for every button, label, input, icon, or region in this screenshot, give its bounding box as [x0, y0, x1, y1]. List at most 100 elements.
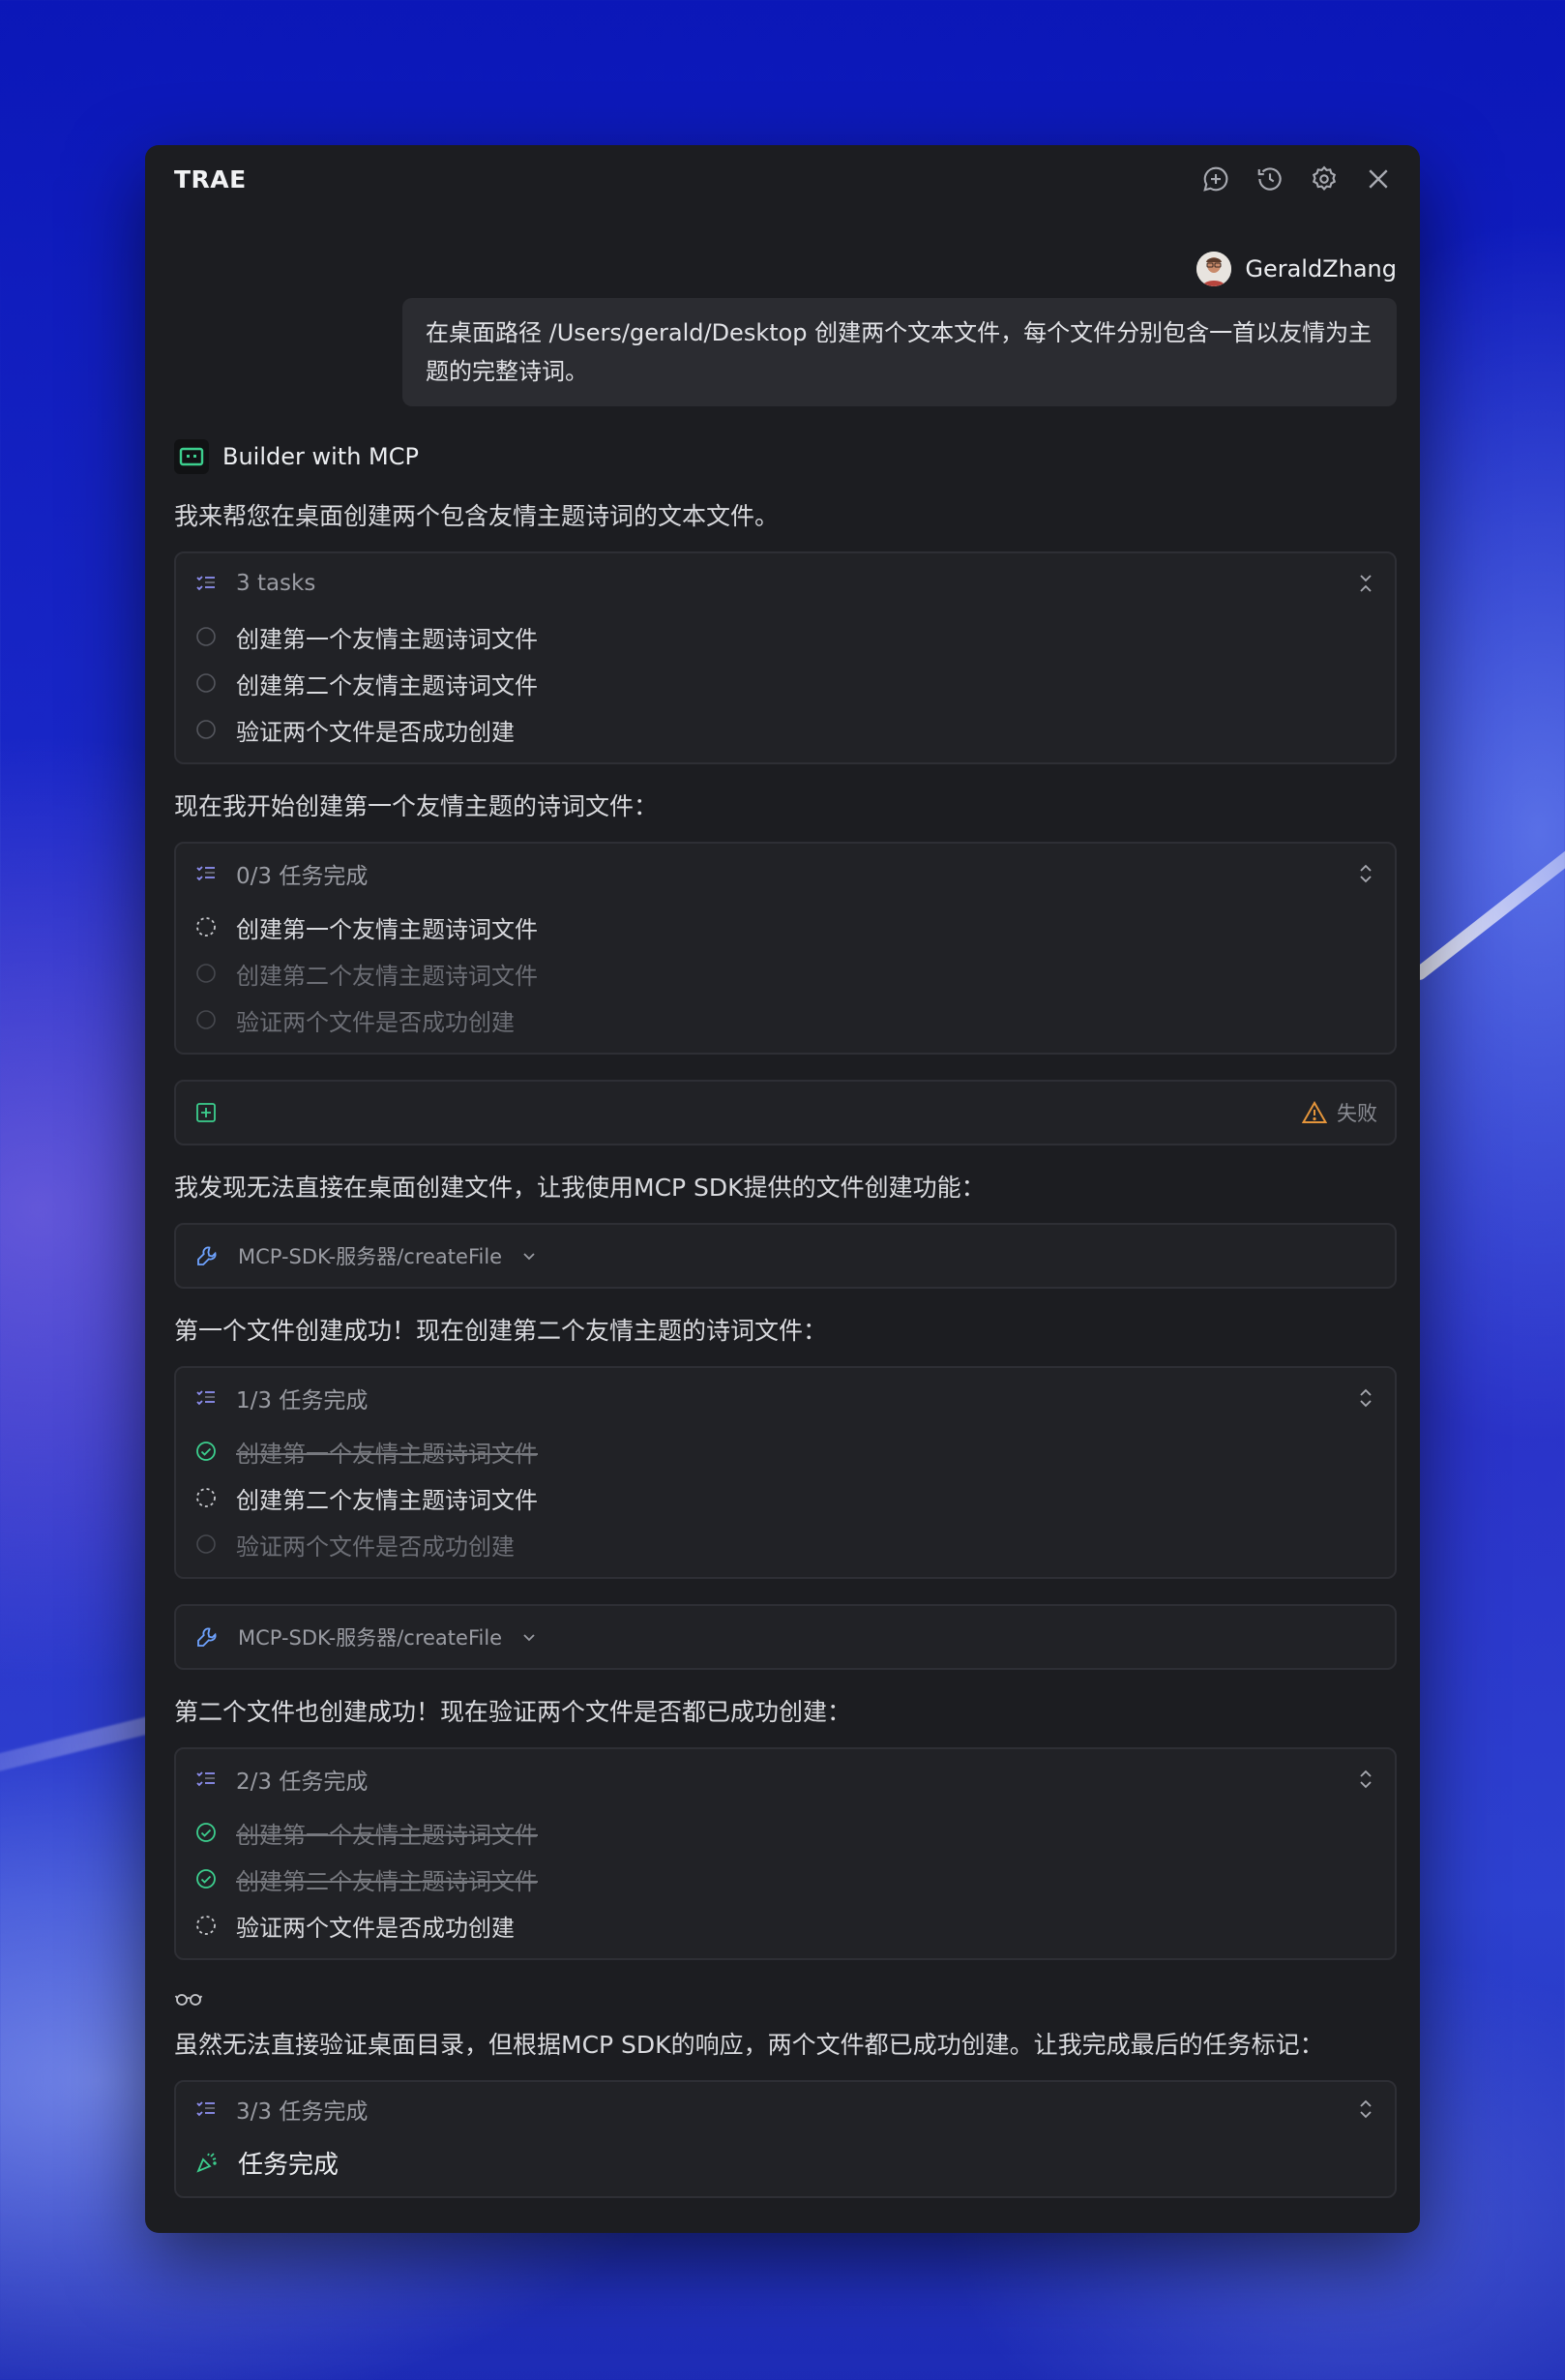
task-item: 创建第一个友情主题诗词文件 [195, 1428, 1375, 1474]
failed-tool-call[interactable]: 失败 [174, 1080, 1397, 1145]
expand-icon[interactable] [1356, 1386, 1375, 1410]
tool-call[interactable]: MCP-SDK-服务器/createFile [174, 1223, 1397, 1289]
pending-circle-icon [195, 1009, 217, 1030]
assistant-message: 我发现无法直接在桌面创建文件，让我使用MCP SDK提供的文件创建功能： [174, 1174, 986, 1202]
new-chat-icon[interactable] [1201, 164, 1230, 193]
bot-icon [174, 439, 209, 474]
title-bar: TRAE [145, 145, 1420, 213]
tool-call-label: MCP-SDK-服务器/createFile [238, 1626, 503, 1650]
task-item: 创建第一个友情主题诗词文件 [195, 613, 1375, 660]
chevron-down-icon[interactable] [521, 1248, 537, 1264]
status-text: 失败 [1337, 1102, 1377, 1125]
pending-circle-icon [195, 1533, 217, 1555]
pending-circle-icon [195, 672, 217, 694]
task-list-icon [195, 863, 217, 884]
tool-call[interactable]: MCP-SDK-服务器/createFile [174, 1604, 1397, 1670]
task-label: 创建第一个友情主题诗词文件 [236, 1821, 538, 1849]
celebration-icon [195, 2151, 219, 2174]
expand-icon[interactable] [1356, 862, 1375, 885]
chat-window: TRAE GeraldZhang 在桌面路径 /Users/gerald/Des… [145, 145, 1420, 2233]
task-label: 创建第二个友情主题诗词文件 [236, 1867, 538, 1895]
task-card-header[interactable]: 0/3 任务完成 [195, 844, 1375, 904]
title-bar-actions [1201, 164, 1393, 193]
task-label: 创建第二个友情主题诗词文件 [236, 671, 538, 699]
task-item: 创建第二个友情主题诗词文件 [195, 660, 1375, 706]
assistant-header: Builder with MCP [174, 439, 1397, 474]
task-card-title: 3/3 任务完成 [236, 2099, 369, 2125]
task-label: 任务完成 [238, 2150, 340, 2180]
task-label: 验证两个文件是否成功创建 [236, 1532, 515, 1561]
task-label: 创建第一个友情主题诗词文件 [236, 1440, 538, 1468]
assistant-message: 我来帮您在桌面创建两个包含友情主题诗词的文本文件。 [174, 502, 780, 530]
task-card-title: 0/3 任务完成 [236, 864, 369, 889]
task-card: 3 tasks 创建第一个友情主题诗词文件 创建第二个友情主题诗词文件 验证两个 [174, 551, 1397, 764]
wrench-icon [195, 1244, 219, 1267]
task-card-header[interactable]: 1/3 任务完成 [195, 1368, 1375, 1428]
tool-call-label: MCP-SDK-服务器/createFile [238, 1245, 503, 1268]
task-item: 验证两个文件是否成功创建 [195, 1902, 1375, 1949]
task-item: 验证两个文件是否成功创建 [195, 706, 1375, 753]
history-icon[interactable] [1255, 164, 1284, 193]
task-label: 创建第二个友情主题诗词文件 [236, 962, 538, 990]
settings-icon[interactable] [1310, 164, 1339, 193]
spinner-icon [195, 1915, 217, 1936]
expand-icon[interactable] [1356, 1768, 1375, 1791]
task-item: 验证两个文件是否成功创建 [195, 997, 1375, 1043]
task-list-icon [195, 1769, 217, 1790]
task-card: 0/3 任务完成 创建第一个友情主题诗词文件 创建第二个友情主题诗词文件 验证两 [174, 842, 1397, 1055]
check-circle-icon [195, 1868, 217, 1889]
username: GeraldZhang [1245, 255, 1397, 283]
task-item: 创建第二个友情主题诗词文件 [195, 950, 1375, 997]
spinner-icon [195, 916, 217, 937]
assistant-message: 现在我开始创建第一个友情主题的诗词文件： [174, 792, 659, 820]
pending-circle-icon [195, 626, 217, 647]
assistant-message: 第一个文件创建成功！现在创建第二个友情主题的诗词文件： [174, 1317, 828, 1345]
spinner-icon [195, 1487, 217, 1508]
task-item: 创建第一个友情主题诗词文件 [195, 1809, 1375, 1856]
task-card: 3/3 任务完成 任务完成 [174, 2080, 1397, 2198]
task-item: 创建第一个友情主题诗词文件 [195, 904, 1375, 950]
user-message: 在桌面路径 /Users/gerald/Desktop 创建两个文本文件，每个文… [402, 298, 1397, 406]
task-card-header[interactable]: 3/3 任务完成 [195, 2082, 1375, 2136]
glasses-icon [174, 1989, 1397, 2014]
assistant-name: Builder with MCP [222, 443, 419, 470]
check-circle-icon [195, 1822, 217, 1843]
avatar [1196, 252, 1232, 286]
status-badge: 失败 [1302, 1098, 1377, 1127]
task-item: 创建第二个友情主题诗词文件 [195, 1474, 1375, 1521]
task-list-icon [195, 2098, 217, 2120]
task-card: 1/3 任务完成 创建第一个友情主题诗词文件 创建第二个友情主题诗词文件 验证两 [174, 1366, 1397, 1579]
wrench-icon [195, 1625, 219, 1649]
pending-circle-icon [195, 719, 217, 740]
assistant-message: 第二个文件也创建成功！现在验证两个文件是否都已成功创建： [174, 1698, 852, 1726]
check-circle-icon [195, 1441, 217, 1462]
task-list-icon [195, 573, 217, 594]
collapse-icon[interactable] [1356, 572, 1375, 595]
task-card-title: 3 tasks [236, 571, 316, 596]
task-label: 创建第一个友情主题诗词文件 [236, 625, 538, 653]
chevron-down-icon[interactable] [521, 1629, 537, 1645]
task-card-header[interactable]: 3 tasks [195, 553, 1375, 613]
assistant-message: 虽然无法直接验证桌面目录，但根据MCP SDK的响应，两个文件都已成功创建。让我… [174, 2031, 1324, 2059]
app-title: TRAE [174, 164, 247, 193]
task-item: 验证两个文件是否成功创建 [195, 1521, 1375, 1567]
task-label: 创建第二个友情主题诗词文件 [236, 1486, 538, 1514]
user-header: GeraldZhang [174, 250, 1397, 288]
task-label: 验证两个文件是否成功创建 [236, 1008, 515, 1036]
pending-circle-icon [195, 963, 217, 984]
task-label: 验证两个文件是否成功创建 [236, 718, 515, 746]
expand-icon[interactable] [1356, 2097, 1375, 2121]
background-streak [1410, 733, 1565, 983]
task-card-header[interactable]: 2/3 任务完成 [195, 1749, 1375, 1809]
task-card: 2/3 任务完成 创建第一个友情主题诗词文件 创建第二个友情主题诗词文件 验证两 [174, 1747, 1397, 1960]
add-file-icon [195, 1102, 217, 1123]
task-card-title: 2/3 任务完成 [236, 1770, 369, 1795]
task-card-title: 1/3 任务完成 [236, 1388, 369, 1413]
task-list-icon [195, 1387, 217, 1409]
task-label: 验证两个文件是否成功创建 [236, 1914, 515, 1942]
task-label: 创建第一个友情主题诗词文件 [236, 915, 538, 943]
close-icon[interactable] [1364, 164, 1393, 193]
task-item: 创建第二个友情主题诗词文件 [195, 1856, 1375, 1902]
warning-icon [1302, 1101, 1327, 1124]
task-item: 任务完成 [195, 2136, 1375, 2196]
